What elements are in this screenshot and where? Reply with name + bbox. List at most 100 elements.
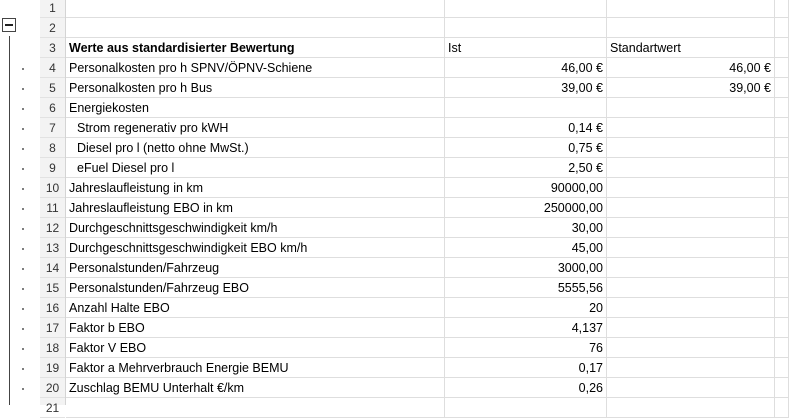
cell-a[interactable]: Jahreslaufleistung in km (66, 178, 445, 198)
cell-c[interactable] (607, 278, 775, 298)
row-number[interactable]: 17 (40, 318, 65, 338)
row-number[interactable]: 15 (40, 278, 65, 298)
cell-c[interactable] (607, 238, 775, 258)
cell-d[interactable] (775, 278, 789, 298)
row-number[interactable]: 8 (40, 138, 65, 158)
cell-d[interactable] (775, 18, 789, 38)
cell-c[interactable] (607, 0, 775, 18)
cell-c[interactable]: 46,00 € (607, 58, 775, 78)
cell-c[interactable] (607, 338, 775, 358)
cell-d[interactable] (775, 398, 789, 418)
cell-a[interactable]: Durchgeschnittsgeschwindigkeit EBO km/h (66, 238, 445, 258)
row-number[interactable]: 3 (40, 38, 65, 58)
cell-a[interactable]: Faktor V EBO (66, 338, 445, 358)
row-number[interactable]: 13 (40, 238, 65, 258)
cell-b[interactable]: 5555,56 (445, 278, 607, 298)
cell-d[interactable] (775, 298, 789, 318)
cell-d[interactable] (775, 318, 789, 338)
cell-a[interactable]: Energiekosten (66, 98, 445, 118)
cell-c[interactable] (607, 218, 775, 238)
cell-c[interactable] (607, 198, 775, 218)
cell-a[interactable]: Personalkosten pro h SPNV/ÖPNV-Schiene (66, 58, 445, 78)
row-number[interactable]: 2 (40, 18, 65, 38)
cell-a[interactable]: Diesel pro l (netto ohne MwSt.) (66, 138, 445, 158)
cell-b[interactable]: 20 (445, 298, 607, 318)
cell-d[interactable] (775, 238, 789, 258)
cell-b[interactable]: 0,75 € (445, 138, 607, 158)
cell-a[interactable]: Faktor a Mehrverbrauch Energie BEMU (66, 358, 445, 378)
row-number[interactable]: 19 (40, 358, 65, 378)
row-number[interactable]: 4 (40, 58, 65, 78)
cell-c[interactable] (607, 158, 775, 178)
cell-a[interactable]: Faktor b EBO (66, 318, 445, 338)
cell-b[interactable]: 250000,00 (445, 198, 607, 218)
cell-a[interactable]: Durchgeschnittsgeschwindigkeit km/h (66, 218, 445, 238)
cell-a[interactable] (66, 0, 445, 18)
cell-d[interactable] (775, 258, 789, 278)
cell-d[interactable] (775, 178, 789, 198)
cell-d[interactable] (775, 218, 789, 238)
cell-d[interactable] (775, 118, 789, 138)
cell-d[interactable] (775, 198, 789, 218)
cell-d[interactable] (775, 78, 789, 98)
cell-b[interactable]: 90000,00 (445, 178, 607, 198)
cell-b[interactable]: 4,137 (445, 318, 607, 338)
cell-c[interactable] (607, 118, 775, 138)
collapse-group-button[interactable] (2, 18, 16, 32)
column-header-ist[interactable]: Ist (445, 38, 607, 58)
cell-b[interactable]: 76 (445, 338, 607, 358)
row-number[interactable]: 18 (40, 338, 65, 358)
cell-b[interactable]: 0,17 (445, 358, 607, 378)
row-number[interactable]: 7 (40, 118, 65, 138)
cell-a[interactable]: Zuschlag BEMU Unterhalt €/km (66, 378, 445, 398)
cell-c[interactable]: 39,00 € (607, 78, 775, 98)
cell-a[interactable]: Personalkosten pro h Bus (66, 78, 445, 98)
cell-c[interactable] (607, 138, 775, 158)
cell-a[interactable]: eFuel Diesel pro l (66, 158, 445, 178)
cell-b[interactable]: 0,14 € (445, 118, 607, 138)
cell-d[interactable] (775, 158, 789, 178)
row-number[interactable]: 10 (40, 178, 65, 198)
cell-d[interactable] (775, 98, 789, 118)
row-number[interactable]: 21 (40, 398, 65, 418)
cell-b[interactable]: 30,00 (445, 218, 607, 238)
column-header-standardwert[interactable]: Standartwert (607, 38, 775, 58)
cell-c[interactable] (607, 258, 775, 278)
cell-b[interactable] (445, 0, 607, 18)
row-number[interactable]: 6 (40, 98, 65, 118)
row-number[interactable]: 12 (40, 218, 65, 238)
cell-d[interactable] (775, 358, 789, 378)
cell-d[interactable] (775, 378, 789, 398)
cell-d[interactable] (775, 58, 789, 78)
row-number[interactable]: 5 (40, 78, 65, 98)
cell-c[interactable] (607, 298, 775, 318)
row-number[interactable]: 14 (40, 258, 65, 278)
cell-a[interactable]: Personalstunden/Fahrzeug EBO (66, 278, 445, 298)
cell-a[interactable]: Anzahl Halte EBO (66, 298, 445, 318)
cell-b[interactable]: 45,00 (445, 238, 607, 258)
row-number[interactable]: 20 (40, 378, 65, 398)
cell-c[interactable] (607, 358, 775, 378)
cell-b[interactable]: 2,50 € (445, 158, 607, 178)
cell-b[interactable]: 46,00 € (445, 58, 607, 78)
cell-c[interactable] (607, 98, 775, 118)
cell-b[interactable] (445, 398, 607, 418)
cell-b[interactable]: 3000,00 (445, 258, 607, 278)
row-number[interactable]: 9 (40, 158, 65, 178)
cell-b[interactable]: 0,26 (445, 378, 607, 398)
cell-a[interactable]: Personalstunden/Fahrzeug (66, 258, 445, 278)
cell-d[interactable] (775, 0, 789, 18)
cell-a[interactable] (66, 398, 445, 418)
cell-c[interactable] (607, 178, 775, 198)
cell-d[interactable] (775, 338, 789, 358)
cell-a[interactable]: Strom regenerativ pro kWH (66, 118, 445, 138)
cell-a[interactable]: Jahreslaufleistung EBO in km (66, 198, 445, 218)
row-number[interactable]: 1 (40, 0, 65, 18)
cell-d[interactable] (775, 38, 789, 58)
cell-d[interactable] (775, 138, 789, 158)
row-number[interactable]: 11 (40, 198, 65, 218)
cell-a[interactable] (66, 18, 445, 38)
section-title-cell[interactable]: Werte aus standardisierter Bewertung (66, 38, 445, 58)
cell-b[interactable] (445, 18, 607, 38)
cell-c[interactable] (607, 18, 775, 38)
